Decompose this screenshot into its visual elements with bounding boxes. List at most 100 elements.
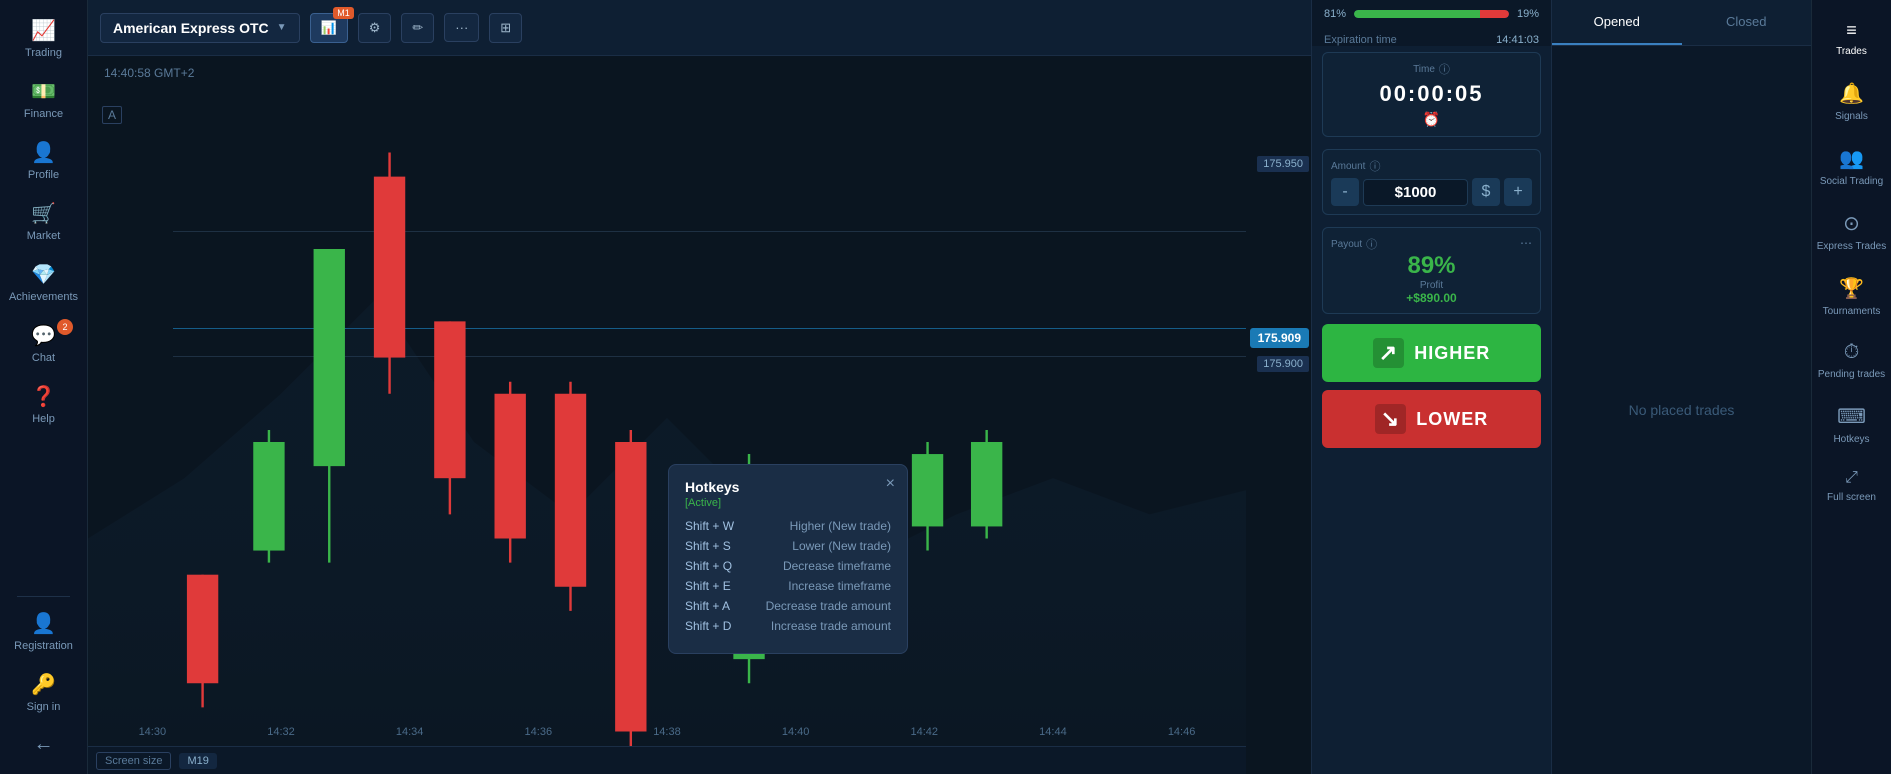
chart-grid-button[interactable]: ⊞ [489,13,522,43]
sidebar-item-back[interactable]: ← [0,723,87,766]
right-sidebar-item-tournaments[interactable]: 🏆 Tournaments [1812,264,1891,329]
higher-button-label: HIGHER [1414,343,1490,364]
right-sidebar-item-trades[interactable]: ≡ Trades [1812,8,1891,69]
sidebar-item-market-label: Market [27,230,61,242]
signin-icon: 🔑 [31,672,56,697]
trading-icon: 📈 [31,18,56,43]
m1-badge: M1 [333,7,354,19]
sidebar-item-chat-label: Chat [32,352,55,364]
more-icon: ··· [455,20,468,35]
right-sidebar: ≡ Trades 🔔 Signals 👥 Social Trading ⊙ Ex… [1811,0,1891,774]
hotkeys-active-status: [Active] [685,497,891,509]
achievements-icon: 💎 [31,262,56,287]
sidebar-item-finance[interactable]: 💵 Finance [0,69,87,130]
hotkeys-popup-title: Hotkeys [685,479,891,495]
time-value[interactable]: 00:00:05 [1331,81,1532,107]
sidebar-item-registration[interactable]: 👤 Registration [0,601,87,662]
profit-label: Profit [1331,280,1532,291]
chart-area: 14:40:58 GMT+2 A 175.950 175.909 175.900 [88,56,1311,774]
sidebar-item-market[interactable]: 🛒 Market [0,191,87,252]
trades-list-icon: ≡ [1846,20,1857,41]
tab-opened[interactable]: Opened [1552,0,1682,45]
right-sidebar-item-pending-trades[interactable]: ⏱ Pending trades [1812,329,1891,392]
x-label-9: 14:46 [1168,726,1196,738]
sidebar-item-profile[interactable]: 👤 Profile [0,130,87,191]
time-label: Time ⓘ [1331,61,1532,77]
sidebar-item-trading[interactable]: 📈 Trading [0,8,87,69]
chart-header: American Express OTC ▼ 📊 M1 ⚙ ✏ ··· ⊞ [88,0,1311,56]
left-sidebar: 📈 Trading 💵 Finance 👤 Profile 🛒 Market 💎… [0,0,88,774]
progress-fill-green [1354,10,1479,18]
registration-icon: 👤 [31,611,56,636]
chart-more-button[interactable]: ··· [444,13,479,42]
hotkey-desc-s: Lower (New trade) [792,539,891,553]
sidebar-item-achievements[interactable]: 💎 Achievements [0,252,87,313]
payout-expand-icon[interactable]: ⋯ [1520,236,1532,250]
chart-draw-button[interactable]: ✏ [401,13,434,43]
trades-tabs: Opened Closed [1552,0,1811,46]
lower-button[interactable]: ↘ LOWER [1322,390,1541,448]
right-sidebar-item-social-trading[interactable]: 👥 Social Trading [1812,134,1891,199]
right-sidebar-item-express-trades[interactable]: ⊙ Express Trades [1812,199,1891,264]
payout-percentage: 89% [1331,252,1532,280]
hotkey-row-d: Shift + D Increase trade amount [685,619,891,633]
sidebar-item-help[interactable]: ❓ Help [0,374,87,435]
right-trading-panel: 81% 19% Expiration time 14:41:03 Time ⓘ … [1311,0,1551,774]
sidebar-item-trading-label: Trading [25,47,62,59]
amount-box: Amount ⓘ - $1000 $ + [1322,149,1541,215]
higher-button[interactable]: ↗ HIGHER [1322,324,1541,382]
hotkey-row-w: Shift + W Higher (New trade) [685,519,891,533]
x-axis: 14:30 14:32 14:34 14:36 14:38 14:40 14:4… [88,718,1246,746]
asset-selector[interactable]: American Express OTC ▼ [100,13,300,43]
sidebar-item-help-label: Help [32,413,55,425]
asset-name: American Express OTC [113,20,269,36]
x-label-2: 14:32 [267,726,295,738]
hotkey-row-s: Shift + S Lower (New trade) [685,539,891,553]
amount-info-icon: ⓘ [1369,158,1380,174]
chat-badge: 2 [57,319,73,335]
right-sidebar-item-fullscreen[interactable]: ⤢ Full screen [1812,457,1891,515]
sidebar-item-signin[interactable]: 🔑 Sign in [0,662,87,723]
amount-plus-button[interactable]: + [1504,178,1532,206]
profit-value: +$890.00 [1331,291,1532,305]
payout-box: Payout ⓘ ⋯ 89% Profit +$890.00 [1322,227,1541,314]
sliders-icon: ⚙ [369,20,381,36]
tab-closed[interactable]: Closed [1682,0,1812,45]
screen-size-label-btn[interactable]: Screen size [96,752,171,770]
progress-bar [1354,10,1509,18]
social-trading-icon: 👥 [1839,146,1864,171]
price-low-label: 175.900 [1257,356,1309,372]
lower-arrow-icon: ↘ [1375,404,1406,434]
x-label-3: 14:34 [396,726,424,738]
hotkey-desc-d: Increase trade amount [771,619,891,633]
right-sidebar-social-trading-label: Social Trading [1820,176,1883,187]
help-icon: ❓ [31,384,56,409]
express-trades-icon: ⊙ [1843,211,1860,236]
hotkeys-close-button[interactable]: × [886,475,895,493]
right-sidebar-hotkeys-label: Hotkeys [1833,434,1869,445]
hotkey-combo-a: Shift + A [685,599,730,613]
progress-left-pct: 81% [1324,8,1346,20]
time-clock-icon: ⏰ [1331,111,1532,128]
sidebar-item-registration-label: Registration [14,640,73,652]
grid-icon: ⊞ [500,20,511,36]
hotkeys-icon: ⌨ [1837,404,1866,429]
progress-right-pct: 19% [1517,8,1539,20]
progress-bar-container: 81% 19% [1312,0,1551,28]
x-label-1: 14:30 [139,726,167,738]
bar-chart-icon: 📊 [321,20,337,36]
x-label-6: 14:40 [782,726,810,738]
main-content: American Express OTC ▼ 📊 M1 ⚙ ✏ ··· ⊞ 14… [88,0,1311,774]
chart-settings-button[interactable]: ⚙ [358,13,392,43]
chart-type-btn-wrap: 📊 M1 [310,13,348,43]
amount-dollar-button[interactable]: $ [1472,178,1500,206]
right-sidebar-item-signals[interactable]: 🔔 Signals [1812,69,1891,134]
amount-minus-button[interactable]: - [1331,178,1359,206]
sidebar-item-chat[interactable]: 💬 2 Chat [0,313,87,374]
right-sidebar-item-hotkeys[interactable]: ⌨ Hotkeys [1812,392,1891,457]
right-sidebar-tournaments-label: Tournaments [1823,306,1881,317]
payout-label: Payout ⓘ [1331,236,1532,252]
hotkey-desc-w: Higher (New trade) [790,519,891,533]
screen-size-value: M19 [179,753,216,769]
market-icon: 🛒 [31,201,56,226]
